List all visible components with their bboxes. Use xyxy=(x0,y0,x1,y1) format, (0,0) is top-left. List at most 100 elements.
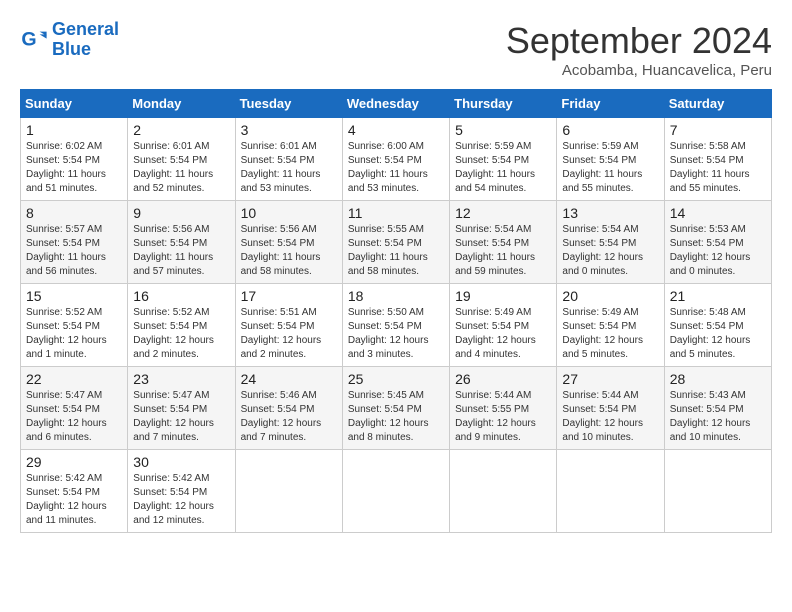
day-info: Sunrise: 5:48 AMSunset: 5:54 PMDaylight:… xyxy=(670,307,751,360)
day-info: Sunrise: 6:01 AMSunset: 5:54 PMDaylight:… xyxy=(133,141,213,194)
day-number: 12 xyxy=(455,205,551,221)
day-info: Sunrise: 5:44 AMSunset: 5:54 PMDaylight:… xyxy=(562,390,643,443)
calendar-row: 15 Sunrise: 5:52 AMSunset: 5:54 PMDaylig… xyxy=(21,284,772,367)
calendar-cell xyxy=(557,450,664,533)
day-number: 23 xyxy=(133,371,229,387)
calendar-cell: 15 Sunrise: 5:52 AMSunset: 5:54 PMDaylig… xyxy=(21,284,128,367)
day-number: 1 xyxy=(26,122,122,138)
day-info: Sunrise: 5:58 AMSunset: 5:54 PMDaylight:… xyxy=(670,141,750,194)
day-info: Sunrise: 5:53 AMSunset: 5:54 PMDaylight:… xyxy=(670,224,751,277)
day-number: 22 xyxy=(26,371,122,387)
day-info: Sunrise: 5:45 AMSunset: 5:54 PMDaylight:… xyxy=(348,390,429,443)
calendar-cell: 16 Sunrise: 5:52 AMSunset: 5:54 PMDaylig… xyxy=(128,284,235,367)
header-wednesday: Wednesday xyxy=(342,90,449,118)
logo-line1: General xyxy=(52,19,119,39)
day-number: 5 xyxy=(455,122,551,138)
calendar-cell: 18 Sunrise: 5:50 AMSunset: 5:54 PMDaylig… xyxy=(342,284,449,367)
header-sunday: Sunday xyxy=(21,90,128,118)
calendar-cell: 26 Sunrise: 5:44 AMSunset: 5:55 PMDaylig… xyxy=(450,367,557,450)
day-number: 18 xyxy=(348,288,444,304)
day-number: 14 xyxy=(670,205,766,221)
page-header: G General Blue September 2024 Acobamba, … xyxy=(20,20,772,79)
day-number: 29 xyxy=(26,454,122,470)
day-info: Sunrise: 5:52 AMSunset: 5:54 PMDaylight:… xyxy=(133,307,214,360)
calendar-cell: 3 Sunrise: 6:01 AMSunset: 5:54 PMDayligh… xyxy=(235,118,342,201)
calendar-cell: 8 Sunrise: 5:57 AMSunset: 5:54 PMDayligh… xyxy=(21,201,128,284)
calendar-cell: 19 Sunrise: 5:49 AMSunset: 5:54 PMDaylig… xyxy=(450,284,557,367)
day-info: Sunrise: 5:56 AMSunset: 5:54 PMDaylight:… xyxy=(241,224,321,277)
calendar-cell: 20 Sunrise: 5:49 AMSunset: 5:54 PMDaylig… xyxy=(557,284,664,367)
day-number: 11 xyxy=(348,205,444,221)
header-saturday: Saturday xyxy=(664,90,771,118)
day-info: Sunrise: 6:01 AMSunset: 5:54 PMDaylight:… xyxy=(241,141,321,194)
logo-icon: G xyxy=(20,26,48,54)
day-info: Sunrise: 5:59 AMSunset: 5:54 PMDaylight:… xyxy=(562,141,642,194)
logo-line2: Blue xyxy=(52,39,91,59)
calendar-cell: 2 Sunrise: 6:01 AMSunset: 5:54 PMDayligh… xyxy=(128,118,235,201)
day-number: 4 xyxy=(348,122,444,138)
day-number: 8 xyxy=(26,205,122,221)
day-info: Sunrise: 6:02 AMSunset: 5:54 PMDaylight:… xyxy=(26,141,106,194)
day-info: Sunrise: 5:43 AMSunset: 5:54 PMDaylight:… xyxy=(670,390,751,443)
day-info: Sunrise: 5:52 AMSunset: 5:54 PMDaylight:… xyxy=(26,307,107,360)
day-info: Sunrise: 5:54 AMSunset: 5:54 PMDaylight:… xyxy=(562,224,643,277)
calendar-cell xyxy=(342,450,449,533)
day-number: 10 xyxy=(241,205,337,221)
calendar-cell xyxy=(235,450,342,533)
calendar-cell xyxy=(450,450,557,533)
calendar-cell: 23 Sunrise: 5:47 AMSunset: 5:54 PMDaylig… xyxy=(128,367,235,450)
calendar-cell: 25 Sunrise: 5:45 AMSunset: 5:54 PMDaylig… xyxy=(342,367,449,450)
day-number: 7 xyxy=(670,122,766,138)
calendar-cell: 17 Sunrise: 5:51 AMSunset: 5:54 PMDaylig… xyxy=(235,284,342,367)
day-number: 19 xyxy=(455,288,551,304)
day-info: Sunrise: 5:47 AMSunset: 5:54 PMDaylight:… xyxy=(133,390,214,443)
day-info: Sunrise: 5:42 AMSunset: 5:54 PMDaylight:… xyxy=(133,473,214,526)
calendar-row: 22 Sunrise: 5:47 AMSunset: 5:54 PMDaylig… xyxy=(21,367,772,450)
day-info: Sunrise: 5:57 AMSunset: 5:54 PMDaylight:… xyxy=(26,224,106,277)
day-info: Sunrise: 5:56 AMSunset: 5:54 PMDaylight:… xyxy=(133,224,213,277)
calendar-row: 1 Sunrise: 6:02 AMSunset: 5:54 PMDayligh… xyxy=(21,118,772,201)
calendar-cell: 28 Sunrise: 5:43 AMSunset: 5:54 PMDaylig… xyxy=(664,367,771,450)
day-info: Sunrise: 5:54 AMSunset: 5:54 PMDaylight:… xyxy=(455,224,535,277)
day-number: 9 xyxy=(133,205,229,221)
calendar-cell: 14 Sunrise: 5:53 AMSunset: 5:54 PMDaylig… xyxy=(664,201,771,284)
calendar-cell: 4 Sunrise: 6:00 AMSunset: 5:54 PMDayligh… xyxy=(342,118,449,201)
calendar-cell: 1 Sunrise: 6:02 AMSunset: 5:54 PMDayligh… xyxy=(21,118,128,201)
calendar-cell: 9 Sunrise: 5:56 AMSunset: 5:54 PMDayligh… xyxy=(128,201,235,284)
calendar-row: 29 Sunrise: 5:42 AMSunset: 5:54 PMDaylig… xyxy=(21,450,772,533)
calendar-cell: 27 Sunrise: 5:44 AMSunset: 5:54 PMDaylig… xyxy=(557,367,664,450)
calendar-cell: 29 Sunrise: 5:42 AMSunset: 5:54 PMDaylig… xyxy=(21,450,128,533)
calendar-cell: 11 Sunrise: 5:55 AMSunset: 5:54 PMDaylig… xyxy=(342,201,449,284)
day-info: Sunrise: 5:59 AMSunset: 5:54 PMDaylight:… xyxy=(455,141,535,194)
calendar-cell: 13 Sunrise: 5:54 AMSunset: 5:54 PMDaylig… xyxy=(557,201,664,284)
day-number: 16 xyxy=(133,288,229,304)
day-number: 13 xyxy=(562,205,658,221)
calendar-cell: 24 Sunrise: 5:46 AMSunset: 5:54 PMDaylig… xyxy=(235,367,342,450)
day-number: 28 xyxy=(670,371,766,387)
calendar-cell: 22 Sunrise: 5:47 AMSunset: 5:54 PMDaylig… xyxy=(21,367,128,450)
month-title: September 2024 xyxy=(506,20,772,62)
day-number: 24 xyxy=(241,371,337,387)
day-number: 27 xyxy=(562,371,658,387)
day-number: 26 xyxy=(455,371,551,387)
day-info: Sunrise: 5:49 AMSunset: 5:54 PMDaylight:… xyxy=(562,307,643,360)
day-info: Sunrise: 5:51 AMSunset: 5:54 PMDaylight:… xyxy=(241,307,322,360)
day-number: 17 xyxy=(241,288,337,304)
calendar-cell xyxy=(664,450,771,533)
logo: G General Blue xyxy=(20,20,119,60)
header-monday: Monday xyxy=(128,90,235,118)
day-number: 6 xyxy=(562,122,658,138)
calendar-cell: 6 Sunrise: 5:59 AMSunset: 5:54 PMDayligh… xyxy=(557,118,664,201)
header-tuesday: Tuesday xyxy=(235,90,342,118)
calendar-table: SundayMondayTuesdayWednesdayThursdayFrid… xyxy=(20,89,772,533)
calendar-header-row: SundayMondayTuesdayWednesdayThursdayFrid… xyxy=(21,90,772,118)
calendar-row: 8 Sunrise: 5:57 AMSunset: 5:54 PMDayligh… xyxy=(21,201,772,284)
day-info: Sunrise: 5:55 AMSunset: 5:54 PMDaylight:… xyxy=(348,224,428,277)
calendar-cell: 30 Sunrise: 5:42 AMSunset: 5:54 PMDaylig… xyxy=(128,450,235,533)
calendar-cell: 21 Sunrise: 5:48 AMSunset: 5:54 PMDaylig… xyxy=(664,284,771,367)
day-number: 21 xyxy=(670,288,766,304)
title-block: September 2024 Acobamba, Huancavelica, P… xyxy=(506,20,772,79)
calendar-cell: 7 Sunrise: 5:58 AMSunset: 5:54 PMDayligh… xyxy=(664,118,771,201)
day-info: Sunrise: 5:47 AMSunset: 5:54 PMDaylight:… xyxy=(26,390,107,443)
calendar-cell: 5 Sunrise: 5:59 AMSunset: 5:54 PMDayligh… xyxy=(450,118,557,201)
